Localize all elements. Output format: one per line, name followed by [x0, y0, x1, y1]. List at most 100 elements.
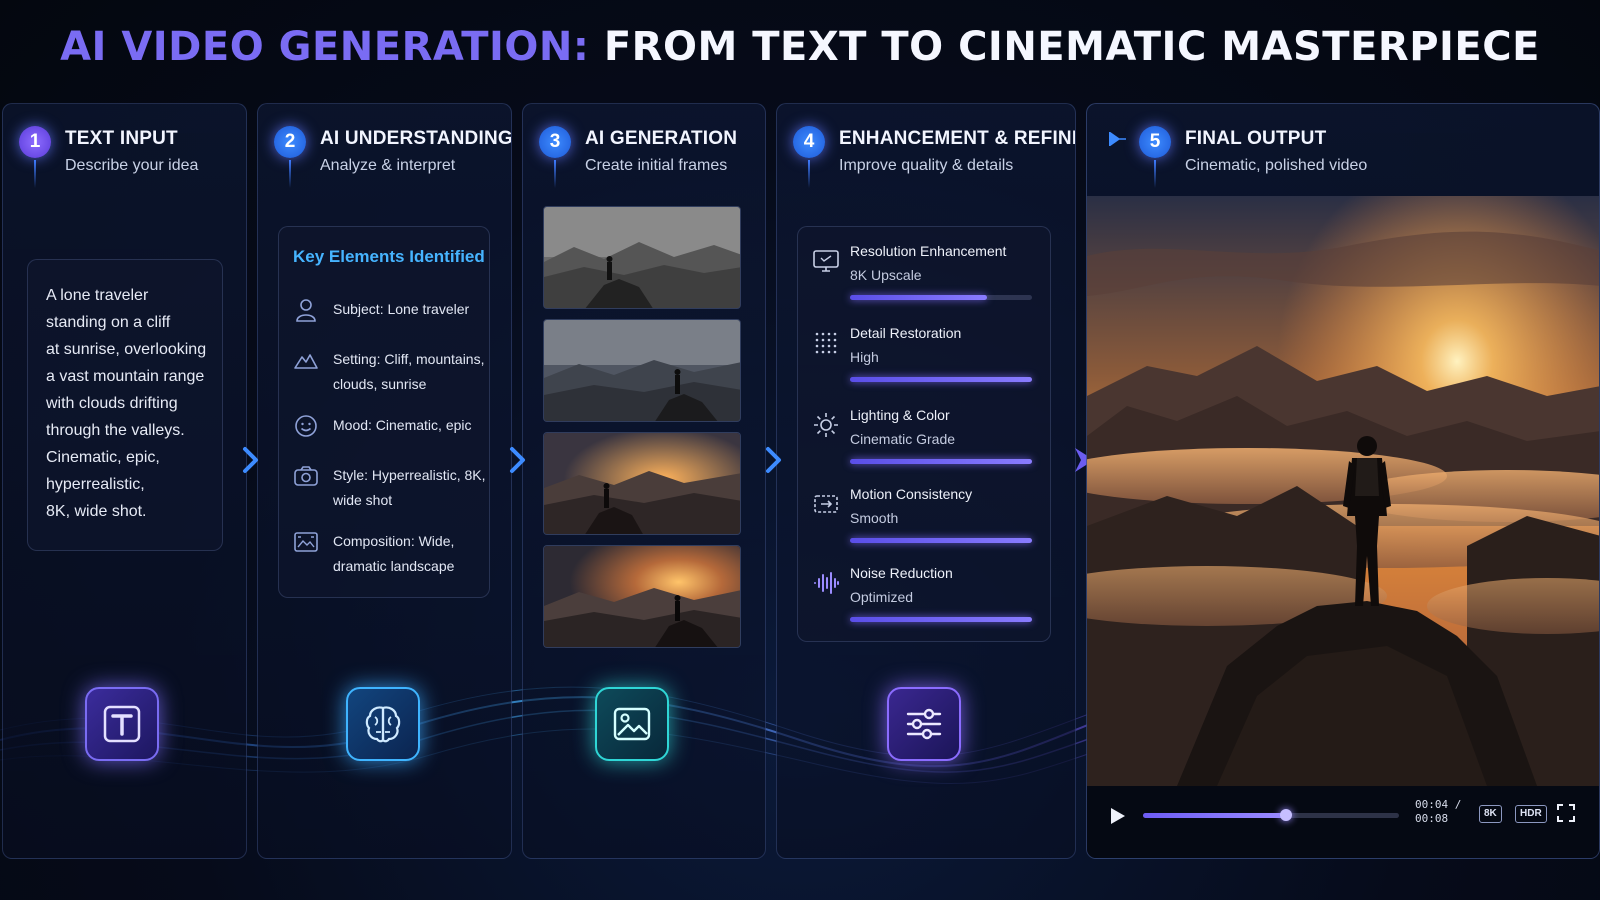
text-tool-icon — [85, 687, 159, 761]
chevron-right-icon — [243, 447, 258, 473]
resolution-badge[interactable]: 8K — [1479, 805, 1502, 823]
grid-dots-icon — [815, 332, 837, 354]
prompt-line: a vast mountain range — [46, 368, 205, 385]
sun-icon — [814, 413, 838, 437]
chevron-right-icon — [510, 447, 525, 473]
enhancement-progress-fill — [850, 377, 1032, 382]
brain-tool-icon — [346, 687, 420, 761]
enhancement-value: Smooth — [850, 510, 899, 526]
enhancement-resolution: Resolution Enhancement 8K Upscale — [812, 243, 1038, 313]
enhancement-label: Lighting & Color — [850, 407, 950, 423]
step-subtitle: Analyze & interpret — [320, 157, 456, 174]
time-current: 00:04 / — [1415, 798, 1462, 811]
enhancement-progress-fill — [850, 617, 1032, 622]
enhancement-progress-track — [850, 617, 1032, 622]
element-line: Style: Hyperrealistic, 8K, — [333, 467, 486, 483]
video-preview[interactable] — [1087, 196, 1599, 786]
key-elements-title: Key Elements Identified — [293, 247, 485, 266]
enhancement-noise: Noise Reduction Optimized — [812, 565, 1038, 635]
element-line: clouds, sunrise — [333, 376, 427, 392]
enhancement-value: 8K Upscale — [850, 267, 922, 283]
enhancement-label: Resolution Enhancement — [850, 243, 1007, 259]
enhancement-label: Noise Reduction — [850, 565, 953, 581]
element-line: Setting: Cliff, mountains, — [333, 351, 485, 367]
video-scrubber-knob[interactable] — [1280, 809, 1293, 821]
badge-connector — [1154, 160, 1156, 188]
mountain-icon — [294, 354, 318, 369]
enhancement-progress-track — [850, 459, 1032, 464]
key-elements-box: Key Elements Identified Subject: Lone tr… — [278, 226, 490, 598]
monitor-icon — [813, 250, 839, 272]
play-icon[interactable] — [1109, 806, 1127, 826]
frame-icon — [294, 532, 318, 552]
element-text: Setting: Cliff, mountains, clouds, sunris… — [333, 347, 493, 397]
element-subject: Subject: Lone traveler — [293, 297, 489, 327]
frame-image — [544, 320, 740, 421]
badge-connector — [289, 160, 291, 188]
element-line: dramatic landscape — [333, 558, 455, 574]
fullscreen-icon[interactable] — [1557, 804, 1575, 822]
element-mood: Mood: Cinematic, epic — [293, 413, 489, 443]
title-accent: AI VIDEO GENERATION: — [60, 24, 590, 70]
step-subtitle: Describe your idea — [65, 157, 199, 174]
person-icon — [296, 299, 316, 322]
enhancement-detail: Detail Restoration High — [812, 325, 1038, 395]
step-title: FINAL OUTPUT — [1185, 128, 1327, 149]
step-header: 5 FINAL OUTPUT Cinematic, polished video — [1139, 124, 1591, 188]
camera-icon — [294, 466, 318, 486]
element-line: wide shot — [333, 492, 393, 508]
element-setting: Setting: Cliff, mountains, clouds, sunris… — [293, 347, 489, 399]
enhancement-progress-fill — [850, 538, 1032, 543]
generated-frame-4[interactable] — [543, 545, 741, 648]
enhancement-lighting: Lighting & Color Cinematic Grade — [812, 407, 1038, 477]
step-panel-enhancement: 4 ENHANCEMENT & REFINEMENT Improve quali… — [776, 103, 1076, 859]
generated-frame-2[interactable] — [543, 319, 741, 422]
frame-image — [544, 433, 740, 534]
enhancement-progress-track — [850, 377, 1032, 382]
chevron-right-icon — [766, 447, 781, 473]
video-progress-fill — [1143, 813, 1287, 818]
prompt-line: 8K, wide shot. — [46, 503, 147, 520]
element-composition: Composition: Wide, dramatic landscape — [293, 529, 489, 581]
prompt-line: A lone traveler — [46, 287, 149, 304]
enhancement-value: Optimized — [850, 589, 914, 605]
step-number-badge: 4 — [793, 126, 825, 158]
enhancement-progress-track — [850, 538, 1032, 543]
step-subtitle: Create initial frames — [585, 157, 728, 174]
prompt-line: at sunrise, overlooking — [46, 341, 207, 358]
prompt-line: through the valleys. — [46, 422, 185, 439]
step-title: AI UNDERSTANDING — [320, 128, 512, 149]
enhancement-motion: Motion Consistency Smooth — [812, 486, 1038, 556]
video-time: 00:04 / 00:08 — [1415, 798, 1461, 826]
enhancement-progress-track — [850, 295, 1032, 300]
image-tool-icon — [595, 687, 669, 761]
badge-connector — [808, 160, 810, 188]
waveform-icon — [814, 572, 839, 594]
step-number-badge: 3 — [539, 126, 571, 158]
step-header: 3 AI GENERATION Create initial frames — [539, 124, 757, 188]
step-header: 4 ENHANCEMENT & REFINEMENT Improve quali… — [793, 124, 1075, 188]
prompt-line: Cinematic, epic, — [46, 449, 160, 466]
time-total: 00:08 — [1415, 812, 1449, 825]
element-text: Composition: Wide, dramatic landscape — [333, 529, 493, 579]
step-header: 1 TEXT INPUT Describe your idea — [19, 124, 238, 188]
step-subtitle: Cinematic, polished video — [1185, 157, 1368, 174]
badge-connector — [34, 160, 36, 188]
step-panel-ai-generation: 3 AI GENERATION Create initial frames — [522, 103, 766, 859]
step-number-badge: 1 — [19, 126, 51, 158]
smile-icon — [295, 415, 317, 437]
motion-icon — [814, 495, 838, 513]
enhancement-value: Cinematic Grade — [850, 431, 956, 447]
prompt-text-box[interactable]: A lone traveler standing on a cliff at s… — [27, 259, 223, 551]
hdr-badge[interactable]: HDR — [1515, 805, 1547, 823]
enhancement-list: Resolution Enhancement 8K Upscale Detail… — [797, 226, 1051, 642]
generated-frame-1[interactable] — [543, 206, 741, 309]
element-text: Style: Hyperrealistic, 8K, wide shot — [333, 463, 493, 513]
generated-frame-3[interactable] — [543, 432, 741, 535]
step-number-badge: 2 — [274, 126, 306, 158]
video-progress-track[interactable] — [1143, 809, 1399, 821]
step-title: TEXT INPUT — [65, 128, 178, 149]
element-style: Style: Hyperrealistic, 8K, wide shot — [293, 463, 489, 515]
step-panel-final-output: 5 FINAL OUTPUT Cinematic, polished video — [1086, 103, 1600, 859]
element-line: Composition: Wide, — [333, 533, 455, 549]
